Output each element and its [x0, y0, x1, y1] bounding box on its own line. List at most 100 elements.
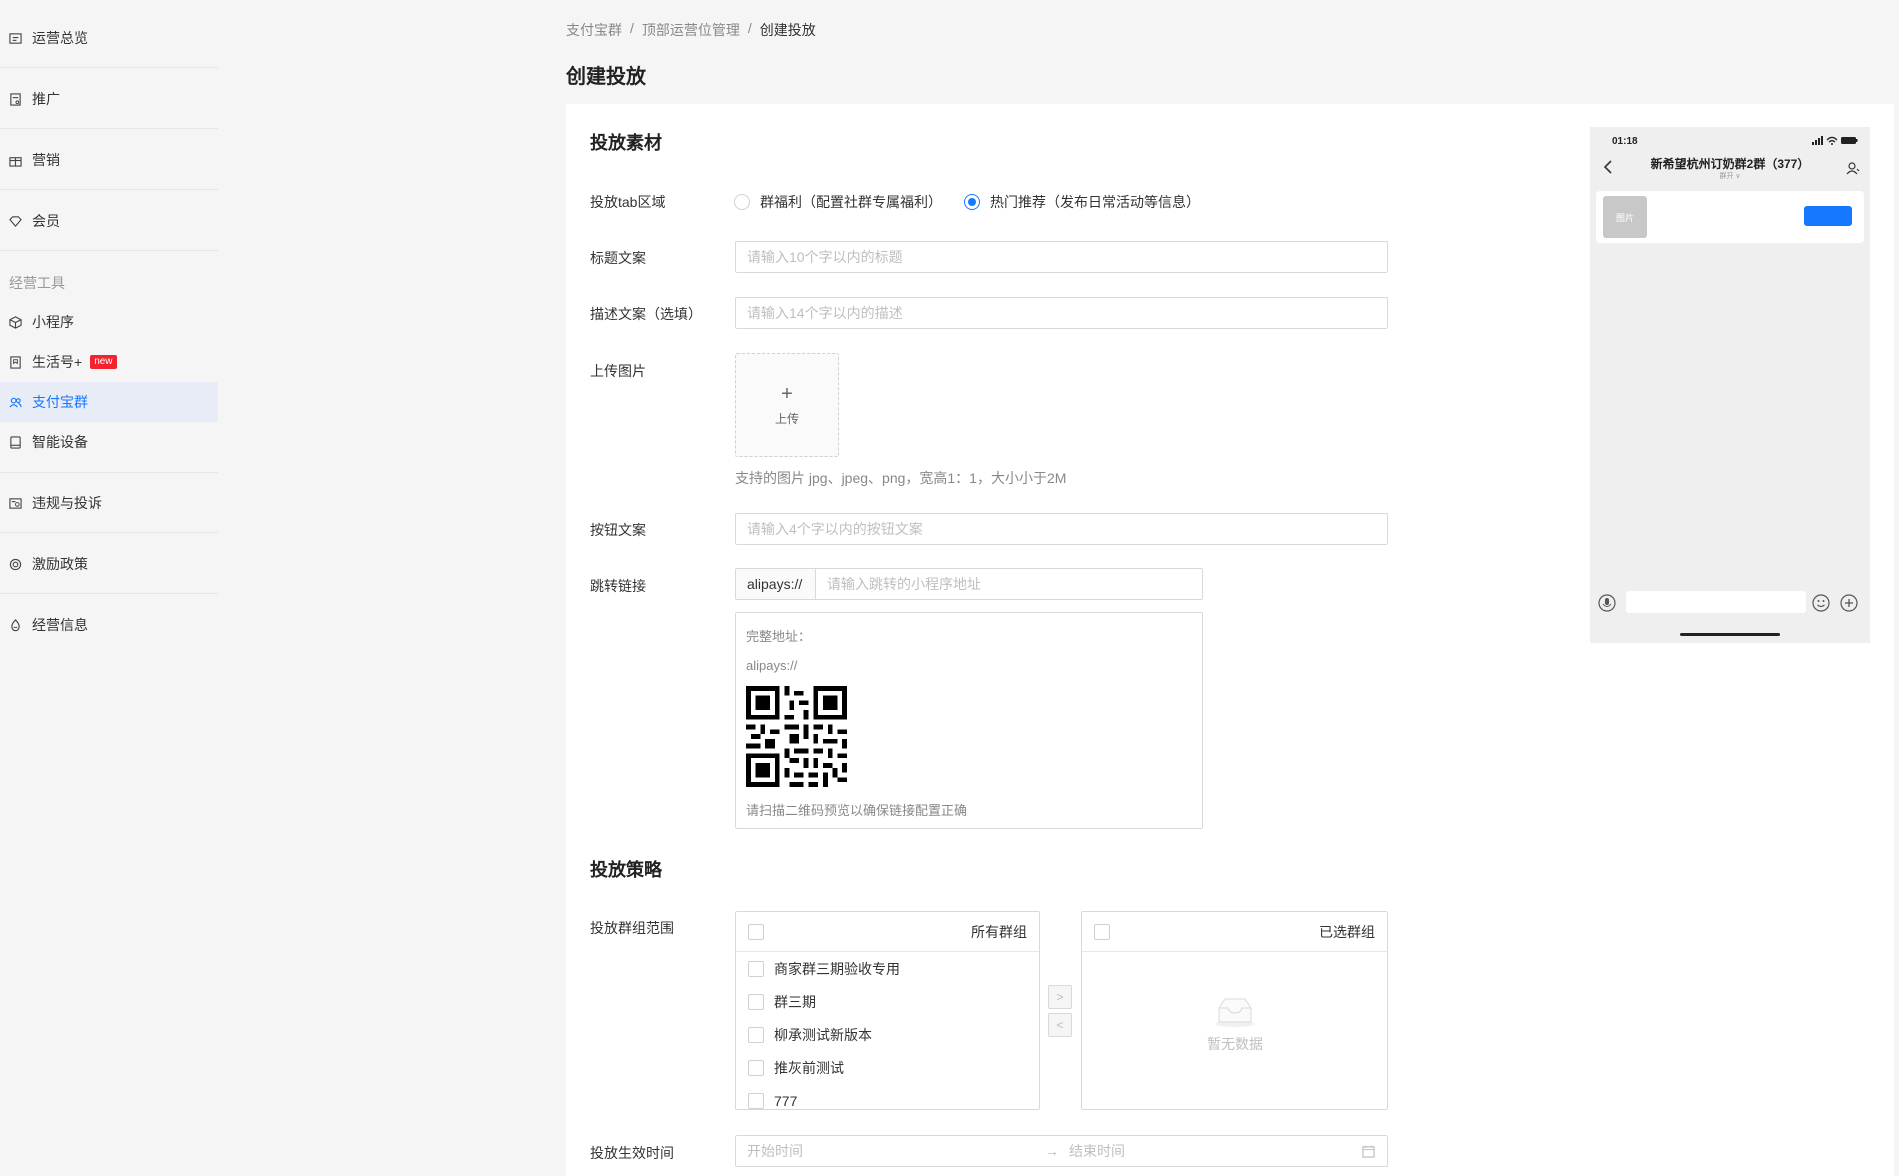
checkbox[interactable] [748, 1092, 764, 1109]
title-input[interactable] [735, 241, 1388, 273]
list-item-label: 商家群三期验收专用 [774, 960, 900, 977]
upload-label: 上传图片 [590, 363, 646, 379]
divider [0, 67, 218, 68]
sidebar-item-incentive[interactable]: 激励政策 [0, 552, 218, 576]
list-item-label: 777 [774, 1092, 798, 1109]
select-all-checkbox[interactable] [1094, 923, 1110, 940]
list-item[interactable]: 商家群三期验收专用 [736, 952, 1039, 985]
radio-option-hot[interactable]: 热门推荐（发布日常活动等信息） [964, 192, 1200, 212]
diamond-icon [9, 215, 22, 228]
breadcrumb-current: 创建投放 [759, 22, 816, 38]
radio-button[interactable] [734, 194, 750, 210]
sidebar-item-smart-device[interactable]: 智能设备 [0, 430, 218, 454]
sidebar-item-marketing[interactable]: 营销 [0, 148, 218, 172]
full-url-value: alipays:// [746, 658, 798, 673]
chat-subtitle: 群开 ∨ [1719, 173, 1741, 180]
breadcrumb-separator: / [747, 20, 752, 36]
upload-button[interactable]: + 上传 [735, 353, 839, 457]
list-item-label: 推灰前测试 [774, 1059, 844, 1076]
dashboard-icon [9, 32, 22, 45]
upload-hint: 支持的图片 jpg、jpeg、png，宽高1：1，大小小于2M [735, 470, 1067, 486]
chat-title: 新希望杭州订奶群2群（377） [1650, 157, 1810, 171]
list-item[interactable]: 777 [736, 1084, 1039, 1109]
transfer-title: 已选群组 [1319, 923, 1375, 940]
link-input[interactable] [815, 568, 1203, 600]
radio-group-tab-area: 群福利（配置社群专属福利） 热门推荐（发布日常活动等信息） [734, 192, 1200, 212]
sidebar-item-overview[interactable]: 运营总览 [0, 26, 218, 50]
divider [0, 532, 218, 533]
start-time-input[interactable]: 开始时间 [747, 1141, 803, 1161]
radio-button-selected[interactable] [964, 194, 980, 210]
qr-code-icon [746, 686, 847, 787]
preview-card: 图片 [1596, 191, 1864, 243]
sidebar-item-business-info[interactable]: 经营信息 [0, 613, 218, 637]
target-icon [9, 558, 22, 571]
range-arrow-icon: → [1045, 1143, 1059, 1159]
checkbox[interactable] [748, 993, 764, 1010]
divider [0, 472, 218, 473]
sidebar-item-label: 经营信息 [32, 617, 88, 633]
transfer-title: 所有群组 [971, 923, 1027, 940]
link-label: 跳转链接 [590, 578, 646, 594]
sidebar-item-label: 激励政策 [32, 556, 88, 572]
breadcrumb: 支付宝群 / 顶部运营位管理 / 创建投放 [566, 20, 816, 40]
list-item[interactable]: 柳承测试新版本 [736, 1018, 1039, 1051]
gift-icon [9, 154, 22, 167]
empty-text: 暂无数据 [1207, 1036, 1263, 1052]
group-member-icon[interactable] [1846, 161, 1860, 175]
device-icon [9, 435, 22, 449]
sidebar-item-member[interactable]: 会员 [0, 209, 218, 233]
title-field-label: 标题文案 [590, 250, 646, 266]
tab-area-label: 投放tab区域 [590, 194, 666, 210]
divider [0, 189, 218, 190]
link-prefix: alipays:// [735, 568, 816, 600]
promotion-icon [9, 92, 22, 106]
breadcrumb-link[interactable]: 顶部运营位管理 [642, 20, 740, 40]
new-badge: new [90, 355, 117, 369]
sidebar-item-promotion[interactable]: 推广 [0, 87, 218, 111]
breadcrumb-link[interactable]: 支付宝群 [566, 20, 622, 40]
move-left-button[interactable]: < [1048, 1013, 1072, 1037]
sidebar-item-complaint[interactable]: 违规与投诉 [0, 491, 218, 515]
sidebar-item-label: 会员 [32, 213, 60, 229]
divider [0, 250, 218, 251]
sidebar-section-label: 经营工具 [9, 275, 65, 291]
list-item-label: 柳承测试新版本 [774, 1026, 872, 1043]
group-icon [9, 396, 22, 409]
sidebar-item-lifestyle[interactable]: 生活号+ new [0, 350, 218, 374]
checkbox[interactable] [748, 1059, 764, 1076]
cube-icon [9, 315, 22, 329]
radio-label: 群福利（配置社群专属福利） [760, 194, 942, 210]
select-all-checkbox[interactable] [748, 923, 764, 940]
radio-option-welfare[interactable]: 群福利（配置社群专属福利） [734, 192, 942, 212]
empty-state: 暂无数据 [1195, 996, 1275, 1054]
sidebar-item-label: 运营总览 [32, 30, 88, 46]
desc-field-label: 描述文案（选填） [590, 306, 702, 322]
sidebar-item-label: 小程序 [32, 314, 74, 330]
calendar-icon [1362, 1144, 1375, 1158]
checkbox[interactable] [748, 960, 764, 977]
status-bar-time: 01:18 [1612, 136, 1638, 147]
voice-icon[interactable] [1598, 594, 1616, 612]
end-time-input[interactable]: 结束时间 [1069, 1141, 1125, 1161]
chat-input[interactable] [1626, 591, 1806, 613]
transfer-header: 所有群组 [736, 912, 1039, 952]
breadcrumb-separator: / [630, 20, 634, 36]
button-text-input[interactable] [735, 513, 1388, 545]
sidebar: 运营总览 推广 营销 会员 经营工具 小程序 生活号+ new 支付宝群 智能设… [0, 0, 218, 1176]
date-range-picker[interactable]: 开始时间 → 结束时间 [735, 1135, 1388, 1167]
list-item[interactable]: 推灰前测试 [736, 1051, 1039, 1084]
complaint-icon [9, 497, 22, 510]
checkbox[interactable] [748, 1026, 764, 1043]
emoji-icon[interactable] [1812, 594, 1830, 612]
plus-circle-icon[interactable] [1840, 594, 1858, 612]
sidebar-item-miniprogram[interactable]: 小程序 [0, 310, 218, 334]
list-item[interactable]: 群三期 [736, 985, 1039, 1018]
full-url-box: 完整地址： alipays:// 请扫描二维码预览以确保链接配置正确 [735, 612, 1203, 829]
desc-input[interactable] [735, 297, 1388, 329]
sidebar-item-alipay-group[interactable]: 支付宝群 [0, 382, 218, 422]
section-title-material: 投放素材 [590, 133, 662, 153]
radio-label: 热门推荐（发布日常活动等信息） [990, 194, 1200, 210]
full-url-label: 完整地址： [746, 629, 812, 644]
move-right-button[interactable]: > [1048, 985, 1072, 1009]
